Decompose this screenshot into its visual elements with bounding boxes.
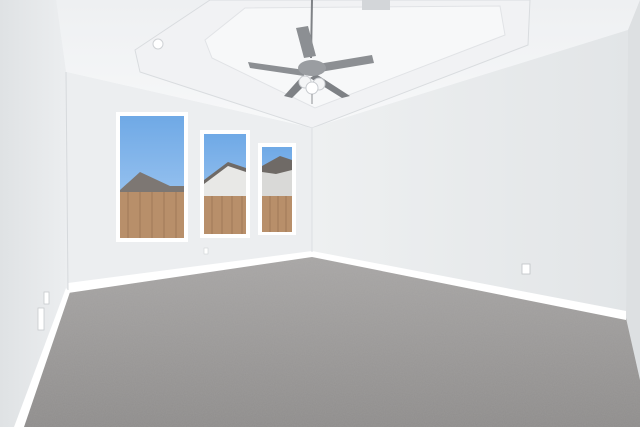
right-edge-wall [626,0,640,380]
outlet-back [203,247,209,255]
recessed-light [152,38,164,50]
ceiling-vent [362,0,390,10]
window-right [258,143,296,235]
room-photo [0,0,640,427]
room-illustration [0,0,640,427]
window-middle [200,130,250,238]
window-left [116,112,188,242]
outlet-left-2 [43,291,50,305]
outlet-left-1 [37,307,45,331]
outlet-right [521,263,531,275]
